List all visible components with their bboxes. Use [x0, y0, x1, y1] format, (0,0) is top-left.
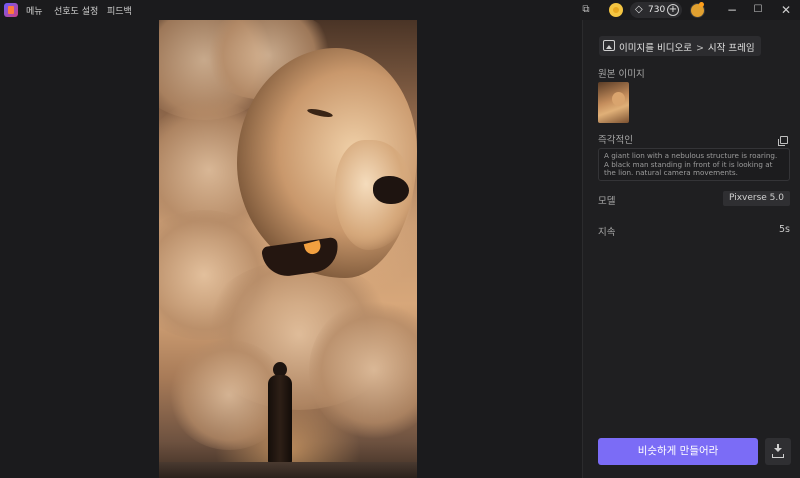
avatar-icon[interactable]: [690, 2, 705, 18]
title-bar: 메뉴 선호도 설정 피드백 ⧉ ◇ 730 + − ☐ ✕: [0, 0, 800, 20]
credits-count: 730: [648, 5, 666, 15]
breadcrumb[interactable]: 이미지를 비디오로 > 시작 프레임: [599, 36, 761, 56]
generate-button[interactable]: 비슷하게 만들어라: [598, 438, 758, 465]
ground: [159, 462, 417, 478]
download-icon: [774, 444, 782, 453]
download-button[interactable]: [765, 438, 791, 465]
prompt-textarea[interactable]: A giant lion with a nebulous structure i…: [598, 148, 790, 181]
maximize-button[interactable]: ☐: [750, 2, 766, 18]
source-image-thumbnail[interactable]: [598, 82, 629, 123]
gem-icon: ◇: [635, 4, 643, 15]
credits-badge[interactable]: ◇ 730 +: [630, 2, 682, 18]
menu-item-preferences[interactable]: 선호도 설정: [54, 4, 98, 17]
preview-canvas: [0, 20, 582, 478]
minimize-button[interactable]: −: [724, 2, 740, 18]
screen-icon[interactable]: ⧉: [579, 3, 593, 17]
breadcrumb-mode[interactable]: 이미지를 비디오로: [619, 43, 692, 54]
settings-panel: 이미지를 비디오로 > 시작 프레임 원본 이미지 즉각적인 A giant lio…: [582, 20, 800, 478]
plus-icon[interactable]: +: [667, 4, 679, 16]
model-label: 모델: [598, 196, 616, 207]
menu-item-menu[interactable]: 메뉴: [26, 4, 43, 17]
prompt-label: 즉각적인: [598, 135, 633, 146]
copy-icon[interactable]: [778, 136, 788, 146]
app-logo-icon[interactable]: [4, 3, 18, 17]
image-icon: [603, 40, 615, 51]
breadcrumb-separator: >: [695, 43, 704, 54]
model-select[interactable]: Pixverse 5.0: [722, 191, 790, 206]
menu-item-feedback[interactable]: 피드백: [107, 4, 132, 17]
coin-icon[interactable]: [609, 3, 623, 17]
breadcrumb-current: 시작 프레임: [707, 43, 755, 54]
lion-nose: [373, 176, 409, 204]
close-button[interactable]: ✕: [778, 2, 794, 18]
duration-value[interactable]: 5s: [779, 224, 790, 235]
preview-image: [159, 20, 417, 478]
source-image-label: 원본 이미지: [598, 69, 645, 80]
standing-figure: [265, 362, 295, 464]
duration-label: 지속: [598, 227, 616, 238]
